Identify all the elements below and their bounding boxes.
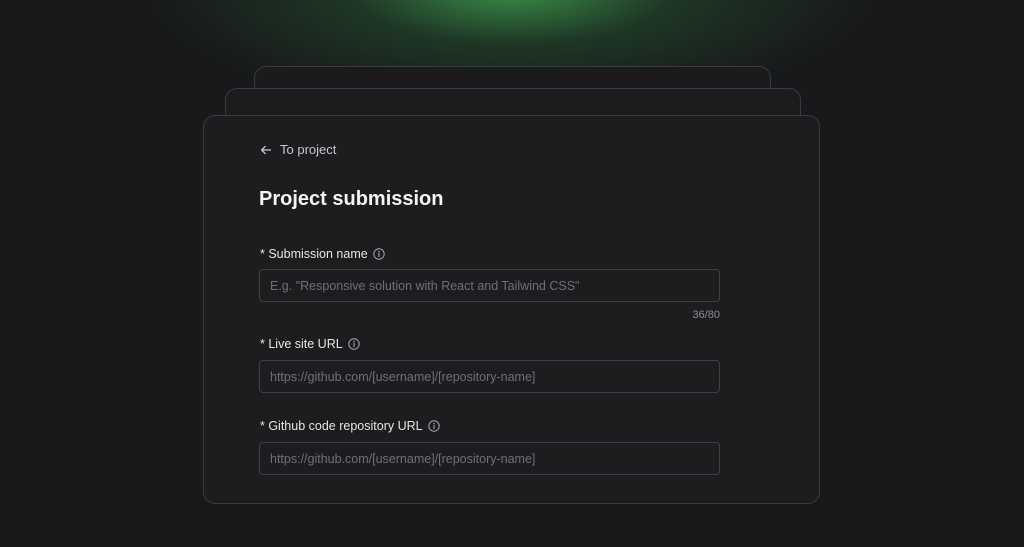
github-repo-url-label: * Github code repository URL: [260, 419, 440, 433]
submission-name-label-text: * Submission name: [260, 247, 368, 261]
live-site-url-label-text: * Live site URL: [260, 337, 343, 351]
live-site-url-label: * Live site URL: [260, 337, 360, 351]
live-site-url-input[interactable]: [259, 360, 720, 393]
github-repo-url-label-text: * Github code repository URL: [260, 419, 423, 433]
page-title: Project submission: [259, 188, 444, 210]
github-repo-url-input[interactable]: [259, 442, 720, 475]
submission-name-input[interactable]: [259, 269, 720, 302]
info-icon[interactable]: [373, 248, 385, 260]
page-background: To project Project submission * Submissi…: [0, 0, 1024, 547]
submission-form-card: To project Project submission * Submissi…: [203, 115, 820, 504]
back-to-project-link[interactable]: To project: [260, 142, 336, 157]
submission-name-label: * Submission name: [260, 247, 385, 261]
character-counter: 36/80: [692, 309, 720, 321]
back-link-label: To project: [280, 142, 337, 157]
info-icon[interactable]: [347, 338, 360, 350]
info-icon[interactable]: [427, 420, 440, 432]
arrow-left-icon: [260, 144, 272, 156]
